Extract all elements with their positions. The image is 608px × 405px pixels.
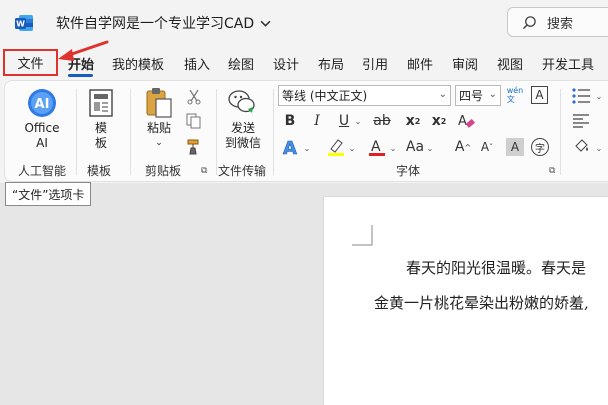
italic-icon[interactable]: I [309,112,325,130]
tab-insert[interactable]: 插入 [184,54,210,73]
tab-design[interactable]: 设计 [273,54,299,73]
format-painter-icon[interactable] [185,137,203,155]
document-name: 软件自学网是一个专业学习CAD [56,16,255,32]
align-left-icon[interactable] [572,113,590,129]
group-label-ai: 人工智能 [18,164,67,178]
tab-review[interactable]: 审阅 [452,54,478,73]
paste-label: 粘贴 [146,121,171,135]
cut-icon[interactable] [186,89,202,105]
ribbon-tabs: 开始 我的模板 插入 绘图 设计 布局 引用 邮件 审阅 视图 开发工具 [0,48,608,78]
document-text-line: 春天的阳光很温暖。春天是 [406,259,587,277]
grow-font-icon[interactable]: A ^ [453,138,473,156]
chevron-down-icon: ⌄ [488,89,497,100]
margin-corner-mark [352,225,373,246]
template-label-line2: 板 [94,136,107,150]
search-icon [522,15,536,29]
ribbon: AI Office AI 人工智能 模 板 模板 粘贴 ⌄ 剪贴板 ⧉ 发送 到… [4,80,608,182]
copy-icon[interactable] [186,113,202,129]
tooltip-text: “文件”选项卡 [12,187,85,202]
font-size-select[interactable]: 四号 ⌄ [455,85,501,106]
group-label-template: 模板 [87,164,112,178]
search-label: 搜索 [547,16,574,32]
tab-layout[interactable]: 布局 [318,54,344,73]
chevron-down-icon[interactable]: ⌄ [388,142,398,154]
character-border-icon[interactable]: A [531,86,548,104]
tab-references[interactable]: 引用 [362,54,388,73]
search-box[interactable]: 搜索 [507,7,608,37]
font-color-icon[interactable]: A [367,137,387,157]
strikethrough-icon[interactable]: ab [371,112,393,130]
text-effects-icon[interactable]: A [281,137,301,157]
chevron-down-icon [260,20,271,27]
shrink-font-icon[interactable]: Aˇ [477,138,497,156]
tab-home[interactable]: 开始 [68,54,94,73]
office-ai-button[interactable]: Office AI [18,121,66,151]
office-ai-label-line2: AI [36,136,48,150]
chevron-down-icon[interactable]: ⌄ [302,142,312,154]
tab-developer[interactable]: 开发工具 [542,54,594,73]
wechat-icon [228,90,255,113]
tab-file[interactable]: 文件 [3,49,58,76]
chevron-down-icon[interactable]: ⌄ [425,142,435,154]
paste-button[interactable]: 粘贴 ⌄ [139,121,179,151]
highlight-color-icon[interactable] [326,137,346,157]
bold-icon[interactable]: B [282,112,298,130]
title-bar: W 软件自学网是一个专业学习CAD 搜索 [0,0,608,46]
superscript-icon[interactable]: x2 [430,112,448,130]
svg-text:W: W [16,20,25,29]
change-case-icon[interactable]: Aa [406,138,424,156]
enclose-characters-icon[interactable]: 字 [531,138,549,156]
character-shading-icon[interactable]: A [506,138,524,156]
shading-icon[interactable] [572,138,592,156]
font-name-select[interactable]: 等线 (中文正文) ⌄ [278,85,451,106]
tab-mailings[interactable]: 邮件 [407,54,433,73]
svg-text:A: A [371,139,381,155]
group-separator [560,89,561,175]
document-page[interactable]: 春天的阳光很温暖。春天是 金黄一片桃花晕染出粉嫩的娇羞, [323,196,608,405]
subscript-icon[interactable]: x2 [404,112,422,130]
group-label-transfer: 文件传输 [218,164,267,178]
svg-text:A: A [283,138,297,157]
office-ai-icon: AI [28,89,56,117]
tab-file-label: 文件 [17,57,44,72]
tab-draw[interactable]: 绘图 [228,54,254,73]
dialog-launcher-icon[interactable]: ⧉ [201,166,207,176]
bullets-icon[interactable] [571,87,591,105]
send-to-wechat-label-line2: 到微信 [224,136,261,150]
chevron-down-icon: ⌄ [155,138,163,148]
chevron-down-icon: ⌄ [438,89,447,100]
group-separator [130,89,131,175]
underline-icon[interactable]: U [336,112,352,130]
group-separator [216,89,217,175]
font-name-value: 等线 (中文正文) [282,89,368,103]
active-tab-indicator [68,74,93,77]
paste-icon [146,88,172,118]
document-text-line: 金黄一片桃花晕染出粉嫩的娇羞, [374,294,589,312]
file-tab-tooltip: “文件”选项卡 [5,182,92,206]
send-to-wechat-button[interactable]: 发送 到微信 [222,121,264,151]
dialog-launcher-icon[interactable]: ⧉ [549,166,555,176]
chevron-down-icon[interactable]: ⌄ [594,90,604,102]
template-button[interactable]: 模 板 [85,121,117,151]
chevron-down-icon[interactable]: ⌄ [594,142,604,154]
group-label-font: 字体 [396,164,421,178]
group-label-clipboard: 剪贴板 [145,164,182,178]
clear-formatting-icon[interactable]: A [456,112,476,130]
svg-text:AI: AI [35,97,50,112]
tab-my-templates[interactable]: 我的模板 [112,54,164,73]
font-size-value: 四号 [459,89,484,103]
send-to-wechat-label-line1: 发送 [230,121,255,135]
chevron-down-icon[interactable]: ⌄ [347,142,357,154]
document-title[interactable]: 软件自学网是一个专业学习CAD [56,13,271,33]
word-logo-icon: W [15,15,33,31]
svg-text:A: A [458,114,467,129]
template-icon [89,89,113,117]
phonetic-guide-icon[interactable]: wén 文 [505,85,525,105]
chevron-down-icon[interactable]: ⌄ [353,114,363,128]
office-ai-label-line1: Office [24,121,60,135]
group-separator [76,89,77,175]
template-label-line1: 模 [94,121,107,135]
group-separator [273,89,274,175]
tab-view[interactable]: 视图 [497,54,523,73]
